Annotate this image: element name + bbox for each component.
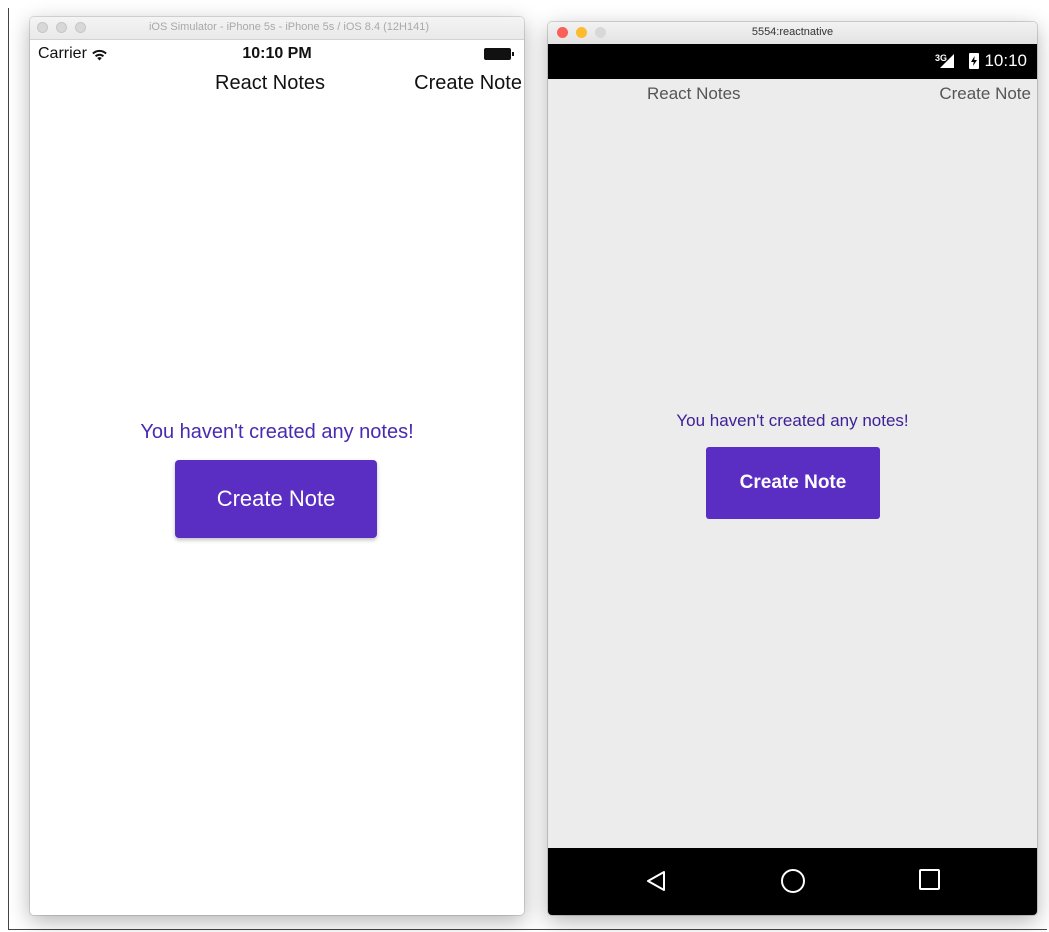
battery-charging-icon: [969, 53, 979, 69]
android-window-titlebar: 5554:reactnative: [548, 22, 1037, 44]
android-clock: 10:10: [984, 51, 1027, 70]
ios-simulator-window: iOS Simulator - iPhone 5s - iPhone 5s / …: [30, 17, 524, 915]
battery-icon: [484, 48, 514, 60]
ios-status-bar: Carrier 10:10 PM: [30, 45, 524, 67]
ios-nav-title: React Notes: [215, 72, 326, 94]
ios-window-titlebar: iOS Simulator - iPhone 5s - iPhone 5s / …: [30, 17, 524, 40]
android-create-note-button[interactable]: Create Note: [706, 447, 880, 519]
android-empty-notes-message: You haven't created any notes!: [676, 411, 909, 430]
ios-create-note-nav-button[interactable]: Create Note: [414, 72, 522, 95]
android-navigation-bar: React Notes Create Note: [548, 84, 1037, 108]
back-icon[interactable]: [645, 870, 667, 892]
ios-create-note-button[interactable]: Create Note: [175, 460, 377, 538]
home-icon[interactable]: [781, 869, 805, 893]
android-window-title: 5554:reactnative: [751, 26, 834, 38]
ios-navigation-bar: React Notes Create Note: [30, 72, 524, 100]
signal-icon: [940, 54, 954, 68]
android-status-bar: 3G 10:10: [548, 44, 1037, 79]
android-emulator-window: 5554:reactnative 3G 10:10 React Notes Cr…: [548, 22, 1037, 915]
android-system-nav-bar: [548, 848, 1037, 915]
ios-window-title: iOS Simulator - iPhone 5s - iPhone 5s / …: [148, 21, 430, 33]
recent-apps-icon[interactable]: [919, 869, 940, 890]
ios-empty-notes-message: You haven't created any notes!: [140, 421, 414, 443]
android-nav-title: React Notes: [647, 84, 741, 103]
android-create-note-nav-button[interactable]: Create Note: [939, 84, 1031, 104]
ios-clock: 10:10 PM: [242, 45, 312, 62]
